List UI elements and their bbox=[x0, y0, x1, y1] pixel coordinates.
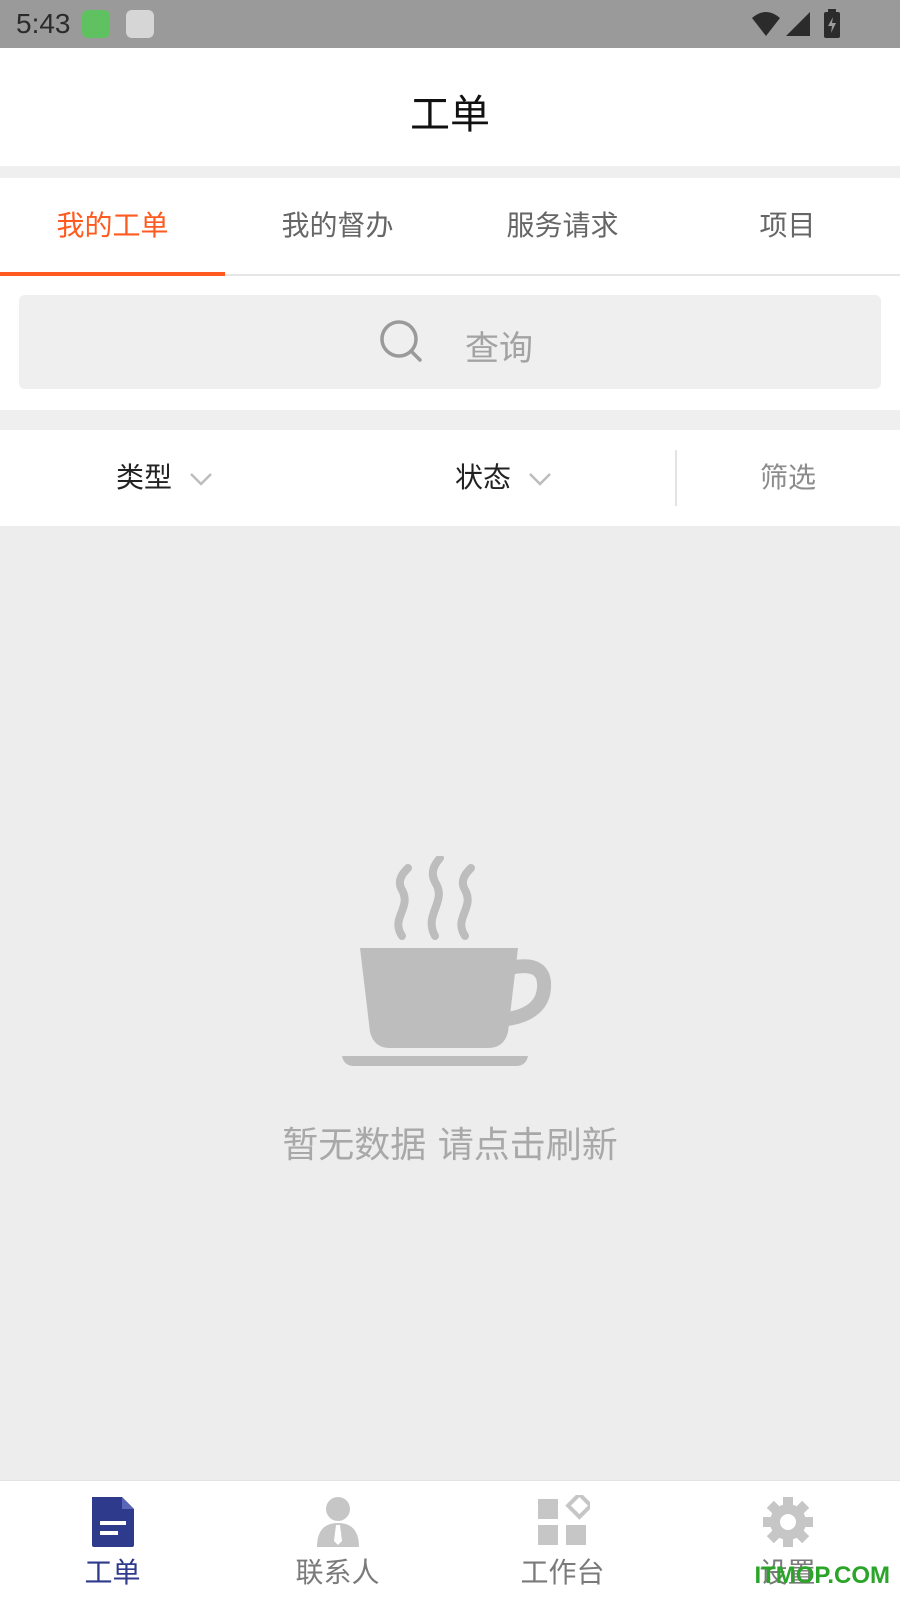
gear-icon bbox=[763, 1497, 813, 1547]
filter-bar: 类型 状态 筛选 bbox=[0, 430, 900, 526]
chevron-down-icon bbox=[529, 473, 551, 486]
status-bar: 5:43 bbox=[0, 0, 900, 48]
nav-item-workbench[interactable]: 工作台 bbox=[450, 1481, 675, 1601]
status-time: 5:43 bbox=[16, 8, 71, 39]
document-icon bbox=[92, 1497, 134, 1547]
battery-icon bbox=[824, 9, 840, 38]
title-bar: 工单 bbox=[0, 48, 900, 166]
content-area[interactable]: 暂无数据 请点击刷新 bbox=[0, 526, 900, 1480]
tab-label: 我的督办 bbox=[281, 209, 394, 242]
tab-bar: 我的工单 我的督办 服务请求 项目 bbox=[0, 178, 900, 276]
person-icon bbox=[317, 1497, 359, 1547]
divider bbox=[0, 166, 900, 178]
apps-grid-icon bbox=[538, 1495, 590, 1545]
search-section: 查询 bbox=[0, 276, 900, 410]
tab-label: 服务请求 bbox=[506, 209, 619, 242]
status-filter-label: 状态 bbox=[455, 461, 512, 494]
search-placeholder: 查询 bbox=[465, 329, 533, 369]
type-filter-dropdown[interactable]: 类型 bbox=[116, 430, 213, 526]
nav-label: 工作台 bbox=[520, 1556, 605, 1589]
watermark-text: ITMOP.COM bbox=[754, 1562, 890, 1589]
status-filter-dropdown[interactable]: 状态 bbox=[455, 430, 552, 526]
type-filter-label: 类型 bbox=[116, 461, 173, 494]
search-input[interactable]: 查询 bbox=[19, 295, 881, 389]
wifi-icon bbox=[752, 12, 780, 36]
tab-label: 项目 bbox=[759, 209, 816, 242]
page-title: 工单 bbox=[410, 92, 490, 138]
filter-button[interactable]: 筛选 bbox=[676, 430, 900, 526]
tab-my-orders[interactable]: 我的工单 bbox=[0, 178, 225, 276]
coffee-cup-icon bbox=[342, 856, 552, 1066]
signal-icon bbox=[786, 12, 810, 36]
tab-projects[interactable]: 项目 bbox=[675, 178, 900, 274]
nav-label: 工单 bbox=[84, 1556, 141, 1589]
tab-service-requests[interactable]: 服务请求 bbox=[450, 178, 675, 274]
nav-item-work-orders[interactable]: 工单 bbox=[0, 1481, 225, 1601]
divider bbox=[0, 410, 900, 430]
app-notification-icon bbox=[82, 10, 110, 38]
nav-item-contacts[interactable]: 联系人 bbox=[225, 1481, 450, 1601]
tab-my-supervision[interactable]: 我的督办 bbox=[225, 178, 450, 274]
status-icons bbox=[746, 8, 856, 46]
empty-state-message[interactable]: 暂无数据 请点击刷新 bbox=[0, 1116, 900, 1168]
nav-label: 联系人 bbox=[295, 1556, 380, 1589]
tab-label: 我的工单 bbox=[56, 209, 169, 242]
app-notification-icon-2 bbox=[126, 10, 154, 38]
search-icon bbox=[380, 320, 422, 362]
chevron-down-icon bbox=[190, 473, 212, 486]
